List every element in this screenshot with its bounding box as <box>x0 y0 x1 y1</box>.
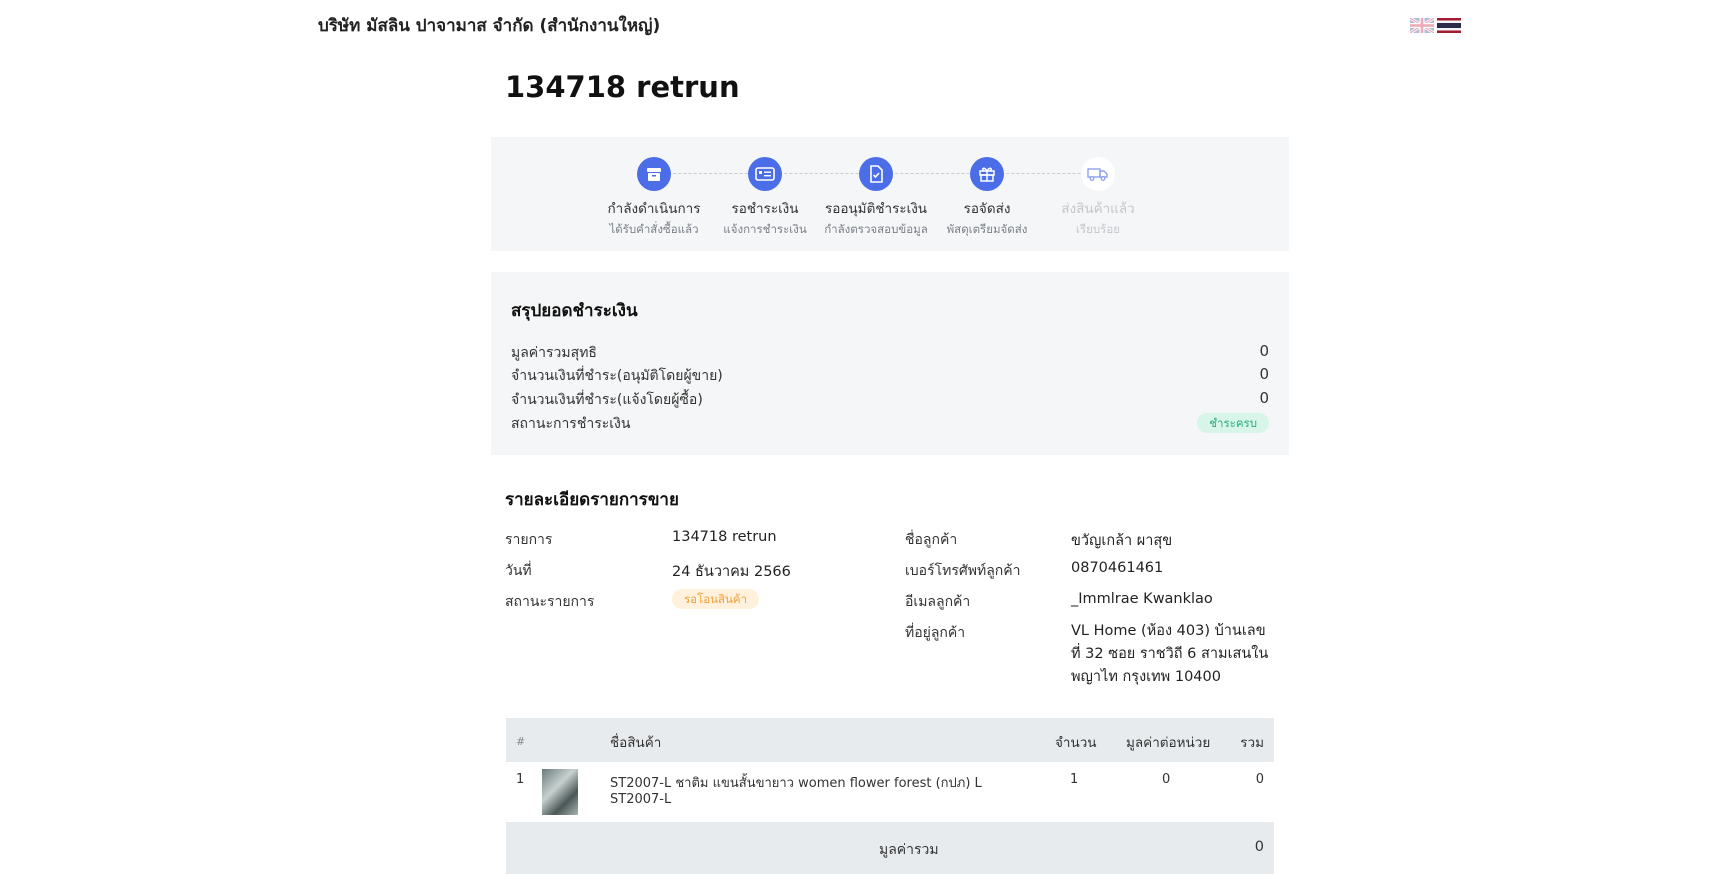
row-index: 1 <box>516 772 525 787</box>
step-sub: แจ้งการชำระเงิน <box>723 222 807 236</box>
summary-value: 0 <box>1259 365 1269 383</box>
product-name: ST2007-L ชาติม แขนสั้นขายาว women flower… <box>610 776 982 791</box>
summary-label: จำนวนเงินที่ชำระ(แจ้งโดยผู้ซื้อ) <box>511 392 703 408</box>
phone-value: 0870461461 <box>1071 560 1164 576</box>
step-sub: เรียบร้อย <box>1076 222 1120 236</box>
date-value: 24 ธันวาคม 2566 <box>672 564 791 580</box>
table-footer: มูลค่ารวม 0 <box>506 822 1274 874</box>
summary-label: จำนวนเงินที่ชำระ(อนุมัติโดยผู้ขาย) <box>511 368 723 384</box>
step-label: รออนุมัติชำระเงิน <box>824 201 928 217</box>
col-qty: จำนวน <box>1055 735 1097 751</box>
step-shipped: ส่งสินค้าแล้ว เรียบร้อย <box>1042 157 1154 239</box>
language-switcher <box>1410 18 1461 33</box>
step-awaiting-approval: รออนุมัติชำระเงิน กำลังตรวจสอบข้อมูล <box>820 157 932 239</box>
truck-icon <box>1081 157 1115 191</box>
order-label: รายการ <box>505 532 553 548</box>
summary-label: มูลค่ารวมสุทธิ <box>511 345 597 361</box>
grand-total-value: 0 <box>1254 839 1264 855</box>
gift-box-icon <box>970 157 1004 191</box>
summary-row: จำนวนเงินที่ชำระ(แจ้งโดยผู้ซื้อ) 0 <box>511 389 1269 411</box>
row-unit-price: 0 <box>1162 772 1171 787</box>
col-unit-price: มูลค่าต่อหน่วย <box>1126 735 1211 751</box>
date-label: วันที่ <box>505 563 532 579</box>
summary-label: สถานะการชำระเงิน <box>511 416 631 432</box>
summary-title: สรุปยอดชำระเงิน <box>511 301 638 321</box>
customer-name-value: ขวัญเกล้า ผาสุข <box>1071 533 1173 549</box>
step-label: รอชำระเงิน <box>731 201 799 217</box>
summary-row: มูลค่ารวมสุทธิ 0 <box>511 342 1269 364</box>
summary-value: 0 <box>1259 389 1269 407</box>
order-status-badge: รอโอนสินค้า <box>672 589 760 609</box>
order-progress: กำลังดำเนินการ ได้รับคำสั่งซื้อแล้ว รอชำ… <box>491 137 1289 251</box>
table-header: # ชื่อสินค้า จำนวน มูลค่าต่อหน่วย รวม <box>506 718 1274 762</box>
address-label: ที่อยู่ลูกค้า <box>905 625 966 641</box>
step-sub: ได้รับคำสั่งซื้อแล้ว <box>609 222 699 236</box>
step-awaiting-shipment: รอจัดส่ง พัสดุเตรียมจัดส่ง <box>931 157 1043 239</box>
payment-card-icon <box>748 157 782 191</box>
step-label: ส่งสินค้าแล้ว <box>1061 201 1135 217</box>
summary-value: 0 <box>1259 342 1269 360</box>
thai-flag-icon[interactable] <box>1437 18 1461 33</box>
step-sub: กำลังตรวจสอบข้อมูล <box>824 222 928 236</box>
product-sku: ST2007-L <box>610 792 672 807</box>
customer-name-label: ชื่อลูกค้า <box>905 532 958 548</box>
uk-flag-icon[interactable] <box>1410 18 1434 33</box>
col-total: รวม <box>1240 735 1264 751</box>
col-index: # <box>516 735 526 748</box>
grand-total-label: มูลค่ารวม <box>879 842 939 858</box>
payment-status-badge: ชำระครบ <box>1197 413 1269 433</box>
order-value: 134718 retrun <box>672 529 777 545</box>
payment-summary: สรุปยอดชำระเงิน มูลค่ารวมสุทธิ 0 จำนวนเง… <box>491 272 1289 455</box>
product-thumbnail[interactable] <box>542 769 578 815</box>
email-value: _Immlrae Kwanklao <box>1071 591 1213 607</box>
row-qty: 1 <box>1070 772 1079 787</box>
table-row: 1 ST2007-L ชาติม แขนสั้นขายาว women flow… <box>506 762 1274 822</box>
details-title: รายละเอียดรายการขาย <box>505 490 679 510</box>
address-value: VL Home (ห้อง 403) บ้านเลขที่ 32 ซอย ราช… <box>1071 623 1269 685</box>
step-processing: กำลังดำเนินการ ได้รับคำสั่งซื้อแล้ว <box>598 157 710 239</box>
step-label: รอจัดส่ง <box>963 201 1011 217</box>
step-sub: พัสดุเตรียมจัดส่ง <box>946 222 1028 236</box>
phone-label: เบอร์โทรศัพท์ลูกค้า <box>905 563 1021 579</box>
box-icon <box>637 157 671 191</box>
row-total: 0 <box>1255 772 1264 787</box>
page-title: 134718 retrun <box>505 70 740 104</box>
step-label: กำลังดำเนินการ <box>607 201 701 217</box>
items-table: # ชื่อสินค้า จำนวน มูลค่าต่อหน่วย รวม 1 … <box>506 718 1274 874</box>
order-status-label: สถานะรายการ <box>505 594 595 610</box>
document-check-icon <box>859 157 893 191</box>
company-name: บริษัท มัสลิน ปาจามาส จำกัด (สำนักงานใหญ… <box>318 16 661 36</box>
step-awaiting-payment: รอชำระเงิน แจ้งการชำระเงิน <box>709 157 821 239</box>
summary-row: สถานะการชำระเงิน ชำระครบ <box>511 413 1269 435</box>
email-label: อีเมลลูกค้า <box>905 594 971 610</box>
col-name: ชื่อสินค้า <box>610 735 662 751</box>
summary-row: จำนวนเงินที่ชำระ(อนุมัติโดยผู้ขาย) 0 <box>511 365 1269 387</box>
